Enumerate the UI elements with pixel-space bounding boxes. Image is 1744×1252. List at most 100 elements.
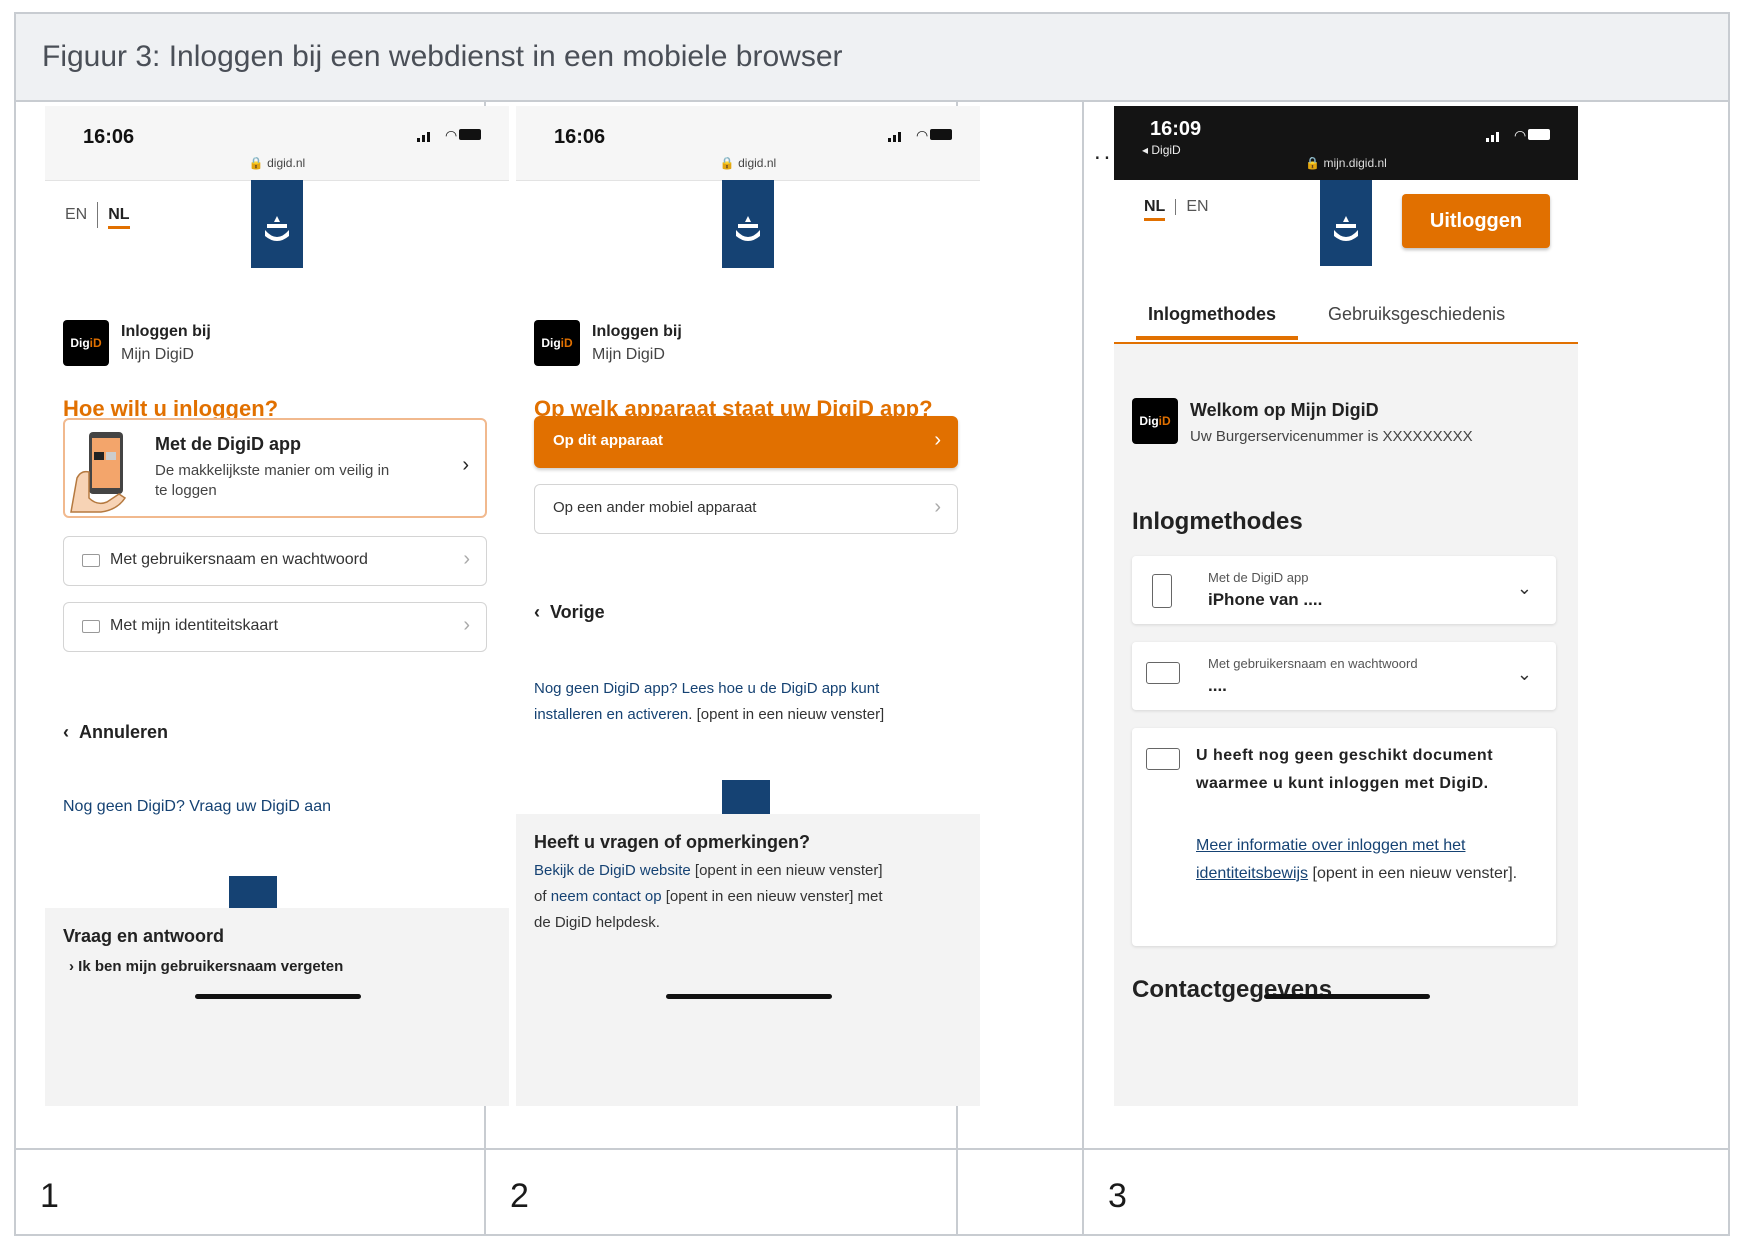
chevron-right-icon: › (934, 429, 941, 451)
bsn-text: Uw Burgerservicenummer is XXXXXXXXX (1190, 428, 1473, 445)
method-label: Met de DigiD app (1208, 570, 1309, 585)
cancel-link[interactable]: ‹ Annuleren (63, 722, 168, 743)
chevron-right-icon: › (462, 454, 469, 476)
figure-title: Figuur 3: Inloggen bij een webdienst in … (42, 40, 843, 73)
caption-2: 2 (510, 1177, 529, 1215)
app-info-paragraph: Nog geen DigiD app? Lees hoe u de DigiD … (534, 680, 885, 723)
rijksoverheid-logo (251, 180, 303, 268)
option-desc-line2: te loggen (155, 482, 217, 499)
chevron-down-icon[interactable]: ⌄ (1517, 664, 1532, 685)
clock: 16:06 (83, 126, 135, 148)
language-switcher: EN NL (65, 202, 130, 230)
battery-icon (930, 129, 952, 140)
chevron-left-icon: ‹ (534, 602, 540, 622)
service-line2: Mijn DigiD (121, 346, 194, 363)
lang-en[interactable]: EN (65, 206, 87, 223)
figure-title-bar: Figuur 3: Inloggen bij een webdienst in … (16, 14, 1728, 102)
address-bar[interactable]: 🔒 digid.nl (516, 156, 980, 170)
lang-nl[interactable]: NL (108, 206, 130, 230)
questions-text: Bekijk de DigiD website [opent in een ni… (534, 862, 883, 931)
option-id-card[interactable]: Met mijn identiteitskaart › (63, 602, 487, 652)
option-title: Met de DigiD app (155, 434, 302, 454)
digid-logo: DigiD (1132, 398, 1178, 444)
lang-en[interactable]: EN (1186, 198, 1208, 215)
wifi-icon: ◠ (1514, 127, 1527, 143)
wifi-icon: ◠ (445, 127, 458, 143)
back-to-app[interactable]: ◂ DigiD (1142, 143, 1181, 157)
method-app-card[interactable]: Met de DigiD app iPhone van .... ⌄ (1132, 556, 1556, 624)
option-label: Op een ander mobiel apparaat (553, 499, 757, 516)
method-password-card[interactable]: Met gebruikersnaam en wachtwoord .... ⌄ (1132, 642, 1556, 710)
contact-link[interactable]: neem contact op (551, 888, 662, 905)
chevron-right-icon: › (463, 614, 470, 636)
address-bar[interactable]: 🔒 digid.nl (45, 156, 509, 170)
notice-text: U heeft nog geen geschikt document waarm… (1196, 747, 1494, 792)
option-digid-app[interactable]: Met de DigiD app De makkelijkste manier … (63, 418, 487, 518)
digid-logo: DigiD (534, 320, 580, 366)
chevron-down-icon[interactable]: ⌄ (1517, 578, 1532, 599)
option-other-device-button[interactable]: Op een ander mobiel apparaat › (534, 484, 958, 534)
method-value: .... (1208, 676, 1227, 695)
option-this-device-button[interactable]: Op dit apparaat › (534, 416, 958, 468)
chevron-left-icon: ‹ (63, 722, 69, 742)
footer-logo-block (229, 876, 277, 908)
logout-button[interactable]: Uitloggen (1402, 194, 1550, 248)
phone-screen-2: 16:06 ◠ 🔒 digid.nl DigiD Inloggen bij Mi… (516, 106, 980, 1106)
phone-touch-icon (1152, 574, 1172, 608)
method-label: Met gebruikersnaam en wachtwoord (1208, 656, 1418, 671)
signal-wifi-battery-icons: ◠ (888, 128, 958, 142)
caption-1: 1 (40, 1177, 59, 1215)
id-card-icon (82, 620, 100, 633)
digid-website-link[interactable]: Bekijk de DigiD website (534, 862, 691, 879)
option-desc-line1: De makkelijkste manier om veilig in (155, 462, 390, 479)
caption-3: 3 (1108, 1177, 1127, 1215)
status-bar: 16:09 ◂ DigiD ◠ 🔒 mijn.digid.nl (1114, 106, 1578, 180)
questions-footer: Heeft u vragen of opmerkingen? Bekijk de… (516, 814, 980, 1106)
rijksoverheid-logo (722, 180, 774, 268)
clock: 16:06 (554, 126, 606, 148)
status-bar: 16:06 ◠ 🔒 digid.nl (516, 106, 980, 181)
footer-logo-block (722, 780, 770, 814)
service-line1: Inloggen bij (592, 323, 682, 340)
digid-logo: DigiD (63, 320, 109, 366)
questions-title: Heeft u vragen of opmerkingen? (534, 832, 811, 852)
signal-wifi-battery-icons: ◠ (417, 128, 487, 142)
password-icon (1146, 662, 1180, 684)
option-username-password[interactable]: Met gebruikersnaam en wachtwoord › (63, 536, 487, 586)
home-indicator (1264, 994, 1430, 999)
faq-item[interactable]: › Ik ben mijn gebruikersnaam vergeten (69, 958, 343, 975)
battery-icon (1528, 129, 1550, 140)
back-link[interactable]: ‹ Vorige (534, 602, 605, 623)
tab-bar: Inlogmethodes Gebruiksgeschiedenis (1114, 296, 1578, 344)
lang-nl[interactable]: NL (1144, 198, 1166, 221)
contact-heading: Contactgegevens (1132, 976, 1333, 1003)
chevron-right-icon: › (463, 548, 470, 570)
faq-title: Vraag en antwoord (63, 926, 225, 946)
language-switcher: NL EN (1144, 198, 1209, 221)
notice-body: Meer informatie over inloggen met het id… (1196, 837, 1518, 882)
phone-hand-icon (70, 432, 127, 513)
active-tab-indicator (1136, 336, 1298, 340)
tab-usage-history[interactable]: Gebruiksgeschiedenis (1328, 304, 1505, 325)
tab-login-methods[interactable]: Inlogmethodes (1148, 304, 1276, 325)
option-label: Met mijn identiteitskaart (110, 617, 279, 634)
wifi-icon: ◠ (916, 127, 929, 143)
caption-divider (16, 1148, 1728, 1150)
column-divider (1082, 102, 1084, 1236)
service-line2: Mijn DigiD (592, 346, 665, 363)
faq-footer: Vraag en antwoord › Ik ben mijn gebruike… (45, 908, 509, 1106)
phone-screen-1: 16:06 ◠ 🔒 digid.nl EN NL DigiD Inloggen b… (45, 106, 509, 1106)
home-indicator (666, 994, 832, 999)
option-label: Op dit apparaat (553, 432, 664, 449)
service-line1: Inloggen bij (121, 323, 211, 340)
request-digid-link[interactable]: Nog geen DigiD? Vraag uw DigiD aan (63, 798, 331, 816)
keyboard-icon (82, 554, 100, 567)
address-bar[interactable]: 🔒 mijn.digid.nl (1114, 156, 1578, 170)
welcome-title: Welkom op Mijn DigiD (1190, 400, 1379, 420)
methods-heading: Inlogmethodes (1132, 508, 1303, 535)
signal-wifi-battery-icons: ◠ (1486, 128, 1556, 142)
home-indicator (195, 994, 361, 999)
battery-icon (459, 129, 481, 140)
rijksoverheid-logo (1320, 180, 1372, 266)
clock: 16:09 (1150, 118, 1202, 140)
